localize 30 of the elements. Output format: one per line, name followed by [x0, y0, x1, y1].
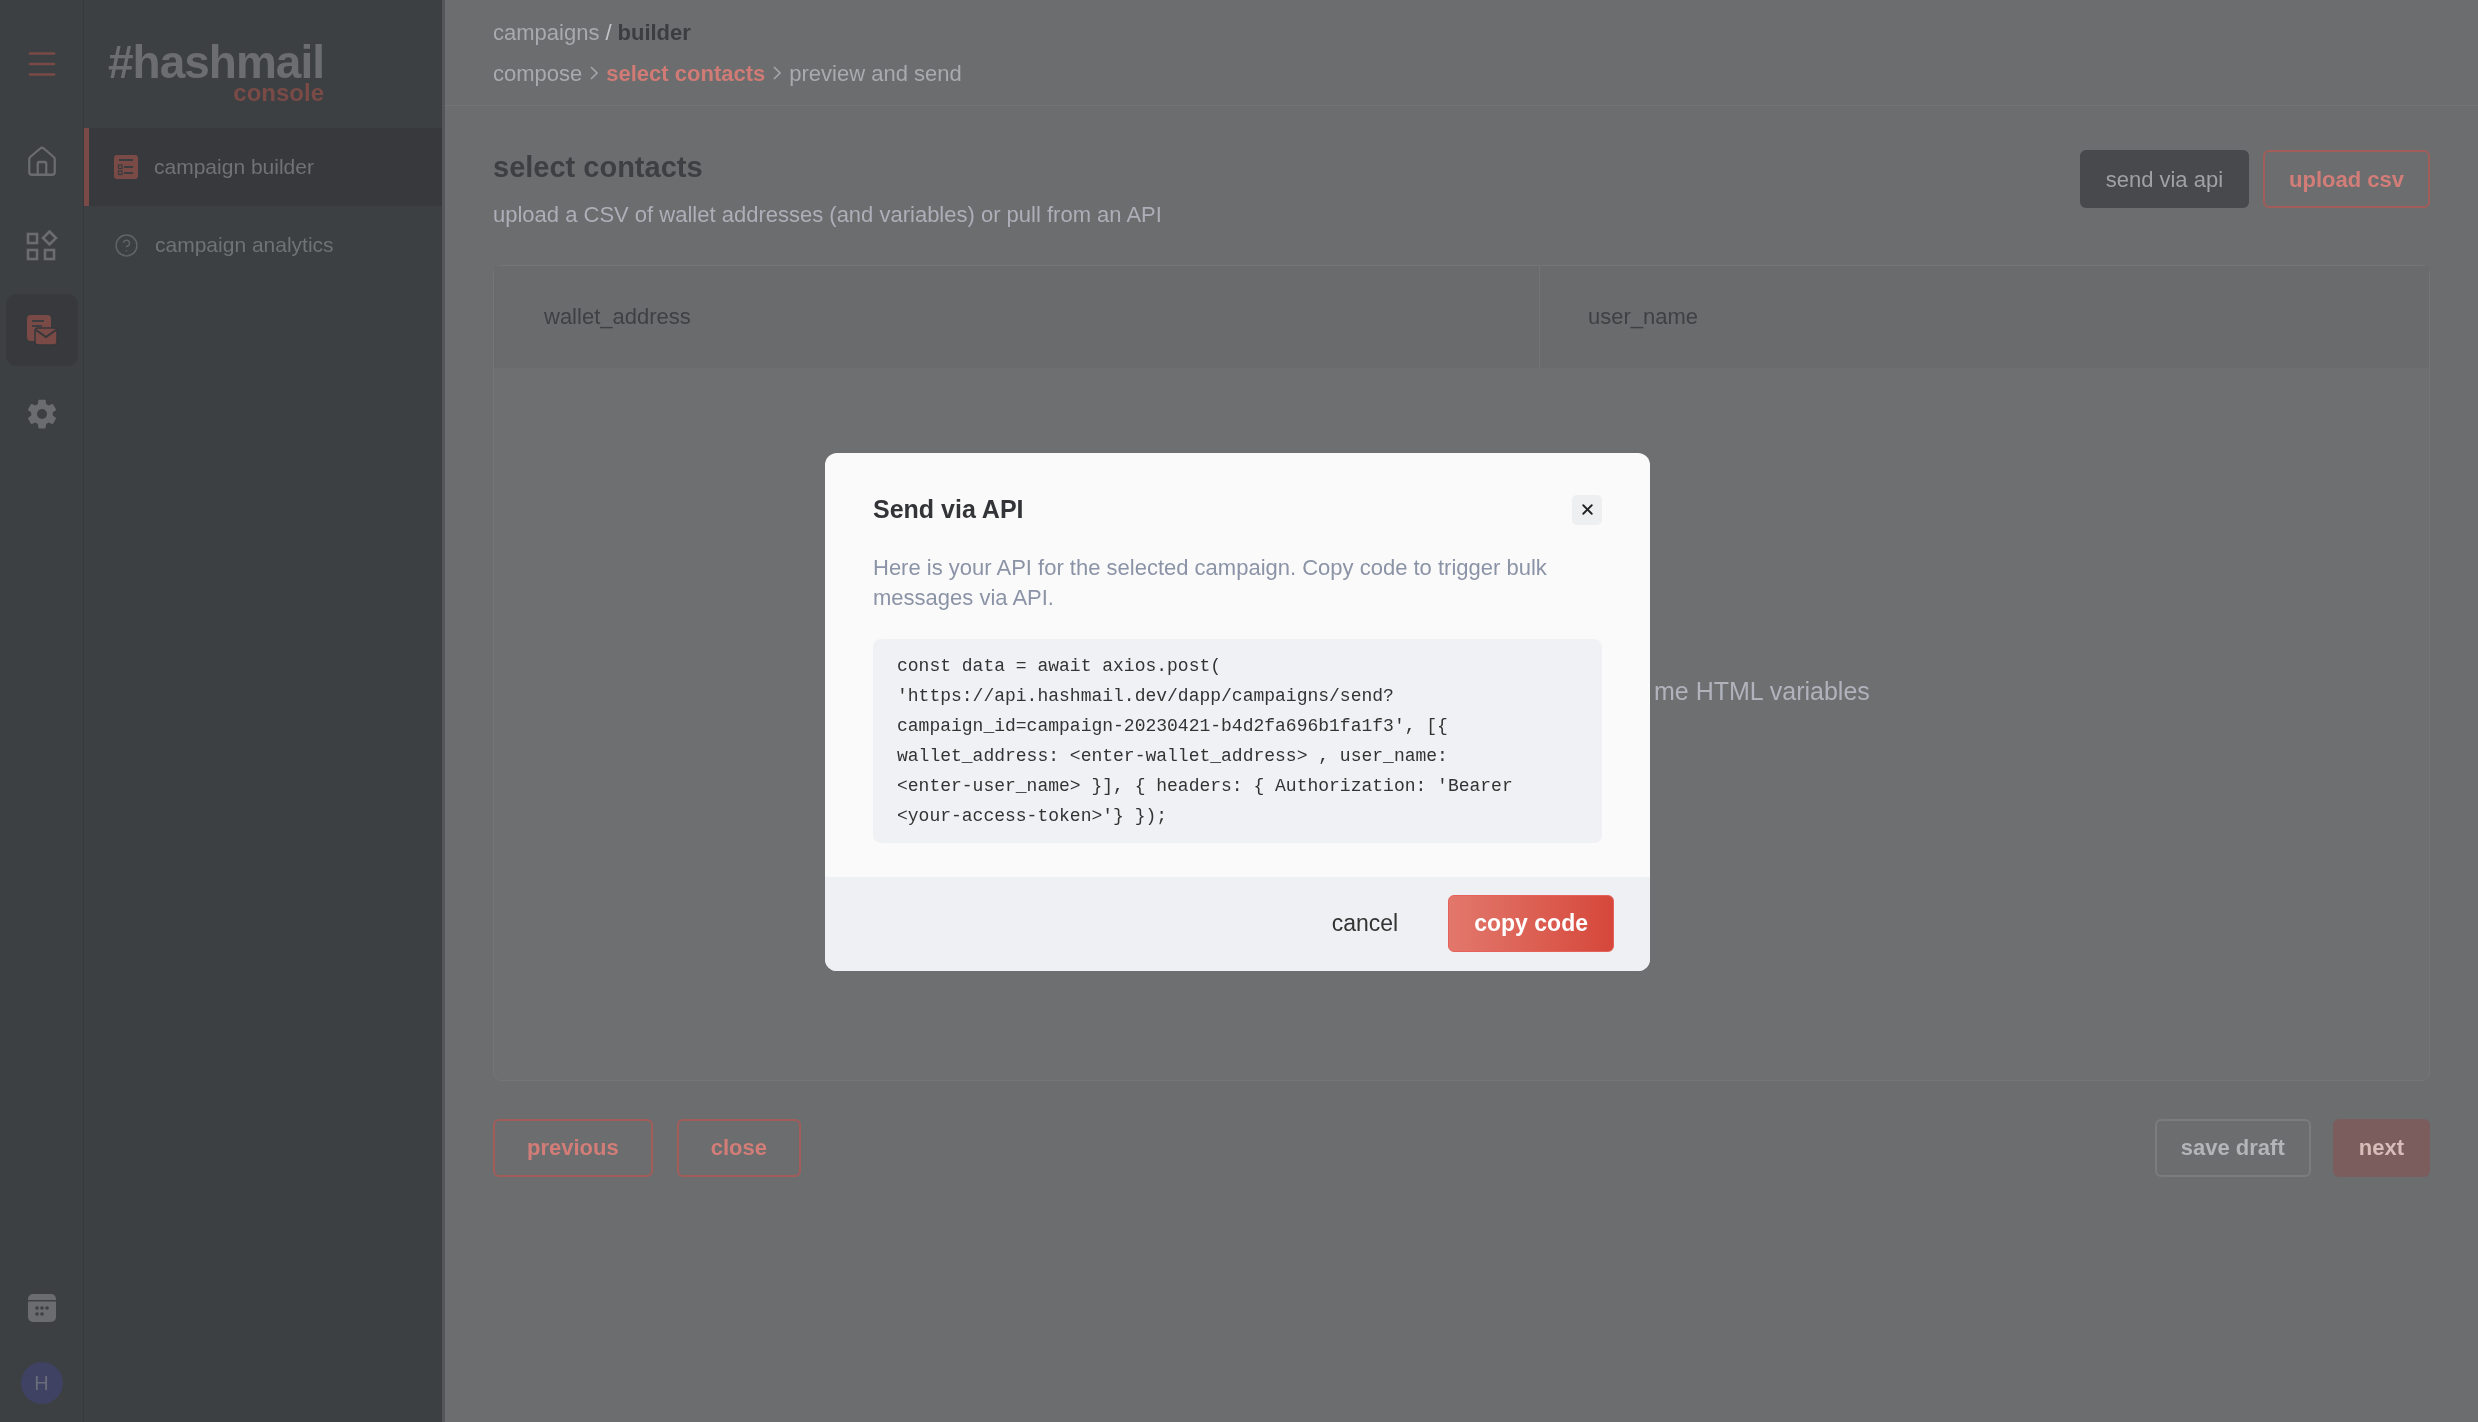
dialog-title: Send via API [873, 494, 1024, 525]
save-draft-button[interactable]: save draft [2154, 1118, 2311, 1177]
step-link[interactable]: select contacts [606, 56, 766, 90]
sidebar-item[interactable]: campaign builder [84, 128, 442, 206]
step-link[interactable]: compose [493, 56, 583, 90]
breadcrumb-link[interactable]: campaigns [493, 15, 600, 49]
copy-code-button[interactable]: copy code [1448, 895, 1614, 952]
apps-grid-icon [25, 230, 58, 262]
next-button[interactable]: next [2332, 1118, 2430, 1177]
send-api-button[interactable]: send via api [2079, 150, 2250, 208]
cancel-button[interactable]: cancel [1331, 895, 1399, 952]
step-link[interactable]: preview and send [789, 56, 962, 90]
code-block: const data = await axios.post( 'https://api.hashmail.dev/dapp/campaigns/send? campaign_id=campaign-20230421-b4d2fa696b1fa1f3', [{ wallet_address: <enter-wallet_address> , user_name: <enter-user_name> }], { headers: { Authorization: 'Bearer <your-access-token>'} }); [873, 638, 1602, 843]
mail-stack-icon [25, 314, 58, 346]
close-button[interactable] [1572, 494, 1602, 525]
upload-button[interactable]: upload csv [2263, 150, 2430, 208]
section-subtitle: upload a CSV of wallet addresses (and variables) or pull from an API [493, 200, 1162, 229]
rail-nav-button[interactable] [5, 294, 78, 366]
chevron-right-icon [773, 66, 782, 80]
empty-message: me HTML variables [1654, 676, 1870, 705]
chevron-right-icon [590, 66, 599, 80]
footer-button[interactable]: close [676, 1118, 801, 1177]
dialog-description: Here is your API for the selected campaign. Copy code to trigger bulk messages via API. [873, 553, 1548, 612]
settings-icon [25, 398, 58, 430]
footer-button[interactable]: previous [493, 1118, 653, 1177]
list-icon [114, 155, 138, 179]
help-icon [114, 232, 139, 258]
breadcrumb-separator: / [605, 18, 612, 47]
calendar-icon [26, 1293, 57, 1323]
logo-subtitle: console [233, 82, 324, 104]
